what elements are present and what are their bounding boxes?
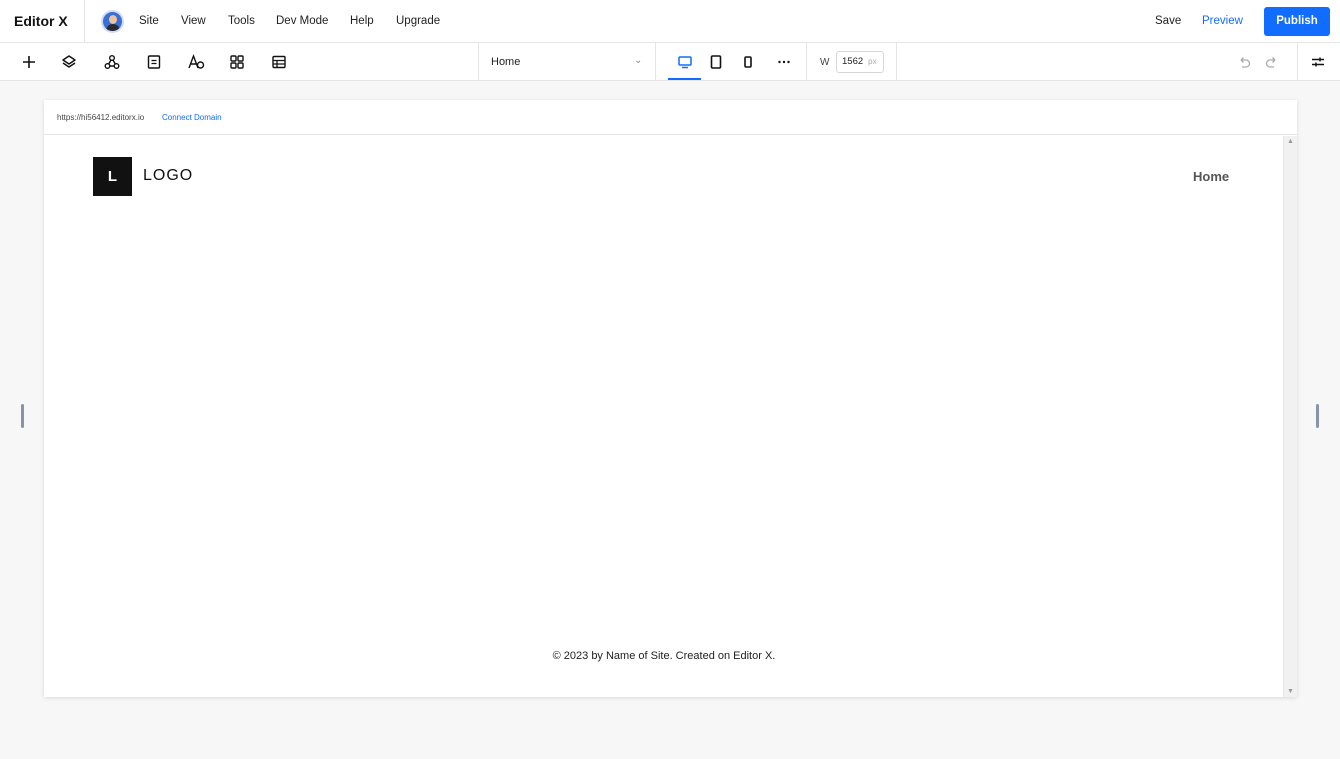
menu-help[interactable]: Help [350,15,374,27]
site-footer-text[interactable]: © 2023 by Name of Site. Created on Edito… [44,650,1284,662]
chevron-down-icon[interactable]: ⌄ [634,55,642,66]
connect-domain-link[interactable]: Connect Domain [162,113,222,122]
add-icon[interactable] [19,52,39,72]
more-icon[interactable] [774,52,794,72]
divider [806,43,807,81]
width-value: 1562 [842,56,864,67]
mobile-icon[interactable] [738,52,758,72]
width-input[interactable]: 1562 px [836,51,884,73]
url-bar: https://hi56412.editorx.io Connect Domai… [44,100,1297,135]
site-logo-mark[interactable]: L [93,157,132,196]
publish-button[interactable]: Publish [1264,7,1330,36]
scroll-up-icon[interactable]: ▲ [1287,138,1294,145]
divider [1297,43,1298,81]
width-label: W [820,57,830,68]
divider [84,0,85,43]
preview-button[interactable]: Preview [1202,15,1243,27]
layers-icon[interactable] [59,52,79,72]
editor-toolbar: Home ⌄ W 1562 px [0,43,1340,81]
text-theme-icon[interactable] [186,52,206,72]
menu-tools[interactable]: Tools [228,15,255,27]
divider [896,43,897,81]
save-button[interactable]: Save [1155,15,1181,27]
site-canvas: https://hi56412.editorx.io Connect Domai… [44,100,1297,697]
right-resize-handle[interactable] [1316,404,1319,428]
active-device-indicator [668,78,701,80]
canvas-scrollbar[interactable]: ▲ ▼ [1283,136,1297,697]
left-resize-handle[interactable] [21,404,24,428]
divider [478,43,479,81]
menu-upgrade[interactable]: Upgrade [396,15,440,27]
pages-icon[interactable] [144,52,164,72]
redo-icon[interactable] [1262,52,1282,72]
site-logo-text[interactable]: LOGO [143,167,193,185]
cms-table-icon[interactable] [269,52,289,72]
connect-icon[interactable] [102,52,122,72]
site-nav-home[interactable]: Home [1193,169,1229,184]
user-avatar[interactable] [101,10,124,33]
editor-x-logo[interactable]: Editor X [14,13,68,29]
width-unit: px [868,57,877,66]
divider [655,43,656,81]
menu-site[interactable]: Site [139,15,159,27]
page-select[interactable]: Home [491,56,520,68]
apps-icon[interactable] [227,52,247,72]
menu-dev-mode[interactable]: Dev Mode [276,15,328,27]
tablet-icon[interactable] [706,52,726,72]
menu-view[interactable]: View [181,15,206,27]
site-url: https://hi56412.editorx.io [57,113,145,122]
scroll-down-icon[interactable]: ▼ [1287,688,1294,695]
desktop-icon[interactable] [675,52,695,72]
inspector-toggle-icon[interactable] [1308,52,1328,72]
top-bar: Editor X Site View Tools Dev Mode Help U… [0,0,1340,43]
undo-icon[interactable] [1234,52,1254,72]
